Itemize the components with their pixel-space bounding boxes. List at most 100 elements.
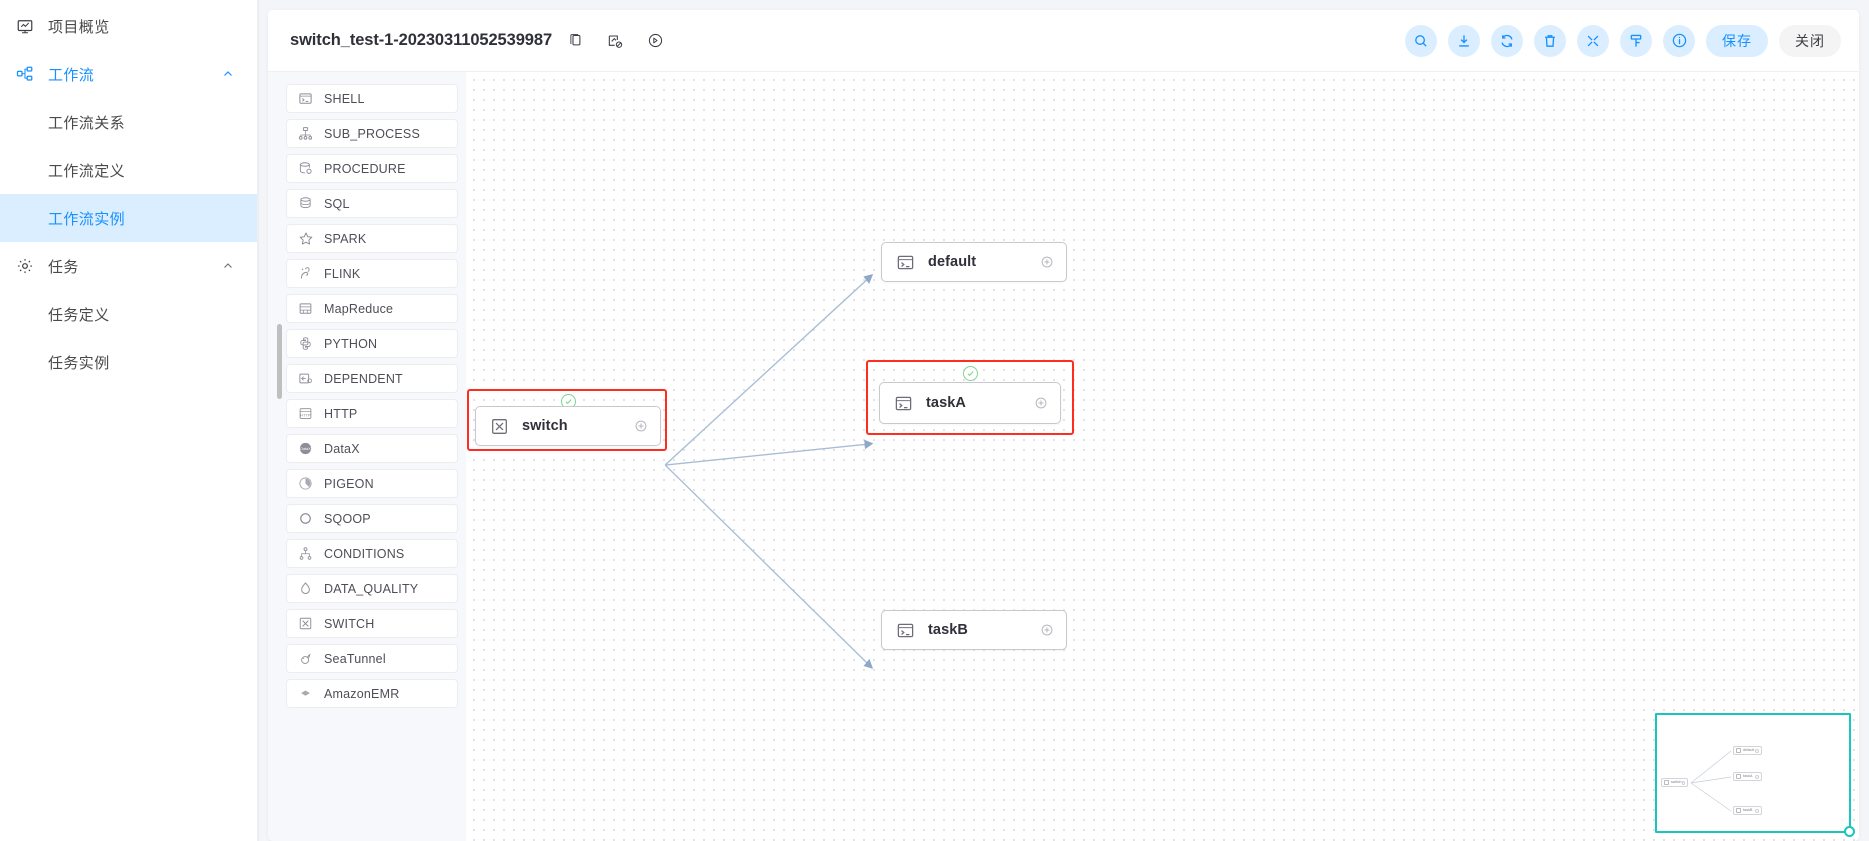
palette-item-label: SPARK bbox=[324, 231, 367, 246]
sidebar-item-label: 任务定义 bbox=[48, 306, 110, 324]
fullscreen-icon[interactable] bbox=[1577, 24, 1609, 57]
sidebar-item-task[interactable]: 任务 bbox=[0, 242, 257, 290]
palette-item-conditions[interactable]: CONDITIONS bbox=[286, 539, 458, 568]
add-downstream-icon[interactable] bbox=[633, 419, 648, 434]
refresh-icon[interactable] bbox=[1491, 24, 1523, 57]
palette-item-label: PYTHON bbox=[324, 336, 378, 351]
sidebar-item-workflow-instance[interactable]: 工作流实例 bbox=[0, 194, 257, 242]
palette-item-amazonemr[interactable]: AmazonEMR bbox=[286, 679, 458, 708]
add-downstream-icon bbox=[1681, 780, 1685, 785]
palette-item-datax[interactable]: DataX DataX bbox=[286, 434, 458, 463]
flink-icon bbox=[297, 265, 314, 282]
info-icon[interactable] bbox=[1663, 24, 1695, 57]
page-title: switch_test-1-20230311052539987 bbox=[290, 31, 553, 49]
sidebar-item-label: 项目概览 bbox=[48, 18, 110, 36]
delete-icon[interactable] bbox=[1534, 24, 1566, 57]
http-icon: HTTP bbox=[297, 405, 314, 422]
clock-arrow-icon[interactable] bbox=[646, 32, 664, 50]
app-root: 项目概览 工作流 工作流关系 工作流定义 工作流实例 任务 任务定义 任务实例 … bbox=[0, 0, 1869, 841]
add-downstream-icon[interactable] bbox=[1039, 623, 1054, 638]
shell-icon bbox=[893, 393, 914, 414]
palette-item-spark[interactable]: SPARK bbox=[286, 224, 458, 253]
palette-item-mapreduce[interactable]: MapReduce bbox=[286, 294, 458, 323]
search-icon[interactable] bbox=[1405, 24, 1437, 57]
sidebar-item-label: 任务实例 bbox=[48, 354, 110, 372]
palette-item-pigeon[interactable]: PIGEON bbox=[286, 469, 458, 498]
sidebar-item-task-definition[interactable]: 任务定义 bbox=[0, 290, 257, 338]
edge-switch-taskA bbox=[665, 439, 874, 466]
dag-canvas[interactable]: switch default taskA taskB switch defaul… bbox=[466, 72, 1859, 841]
minimap-resize-handle[interactable] bbox=[1844, 826, 1855, 837]
sidebar-item-workflow-relation[interactable]: 工作流关系 bbox=[0, 98, 257, 146]
workflow-panel: switch_test-1-20230311052539987 保存 关闭 SH… bbox=[268, 10, 1859, 841]
content-area: switch_test-1-20230311052539987 保存 关闭 SH… bbox=[258, 0, 1869, 841]
palette-item-flink[interactable]: FLINK bbox=[286, 259, 458, 288]
palette-item-data-quality[interactable]: DATA_QUALITY bbox=[286, 574, 458, 603]
shell-icon bbox=[1736, 808, 1741, 813]
minimap-node-label: taskB bbox=[1743, 807, 1753, 812]
minimap-node-switch: switch bbox=[1661, 778, 1688, 787]
add-downstream-icon[interactable] bbox=[1039, 255, 1054, 270]
minimap[interactable]: switch default taskA taskB bbox=[1655, 713, 1855, 837]
palette-item-shell[interactable]: SHELL bbox=[286, 84, 458, 113]
dag-node-taskB[interactable]: taskB bbox=[881, 610, 1067, 650]
title-icon-group bbox=[566, 32, 664, 50]
amazonemr-icon bbox=[297, 685, 314, 702]
dataquality-icon bbox=[297, 580, 314, 597]
switch-icon bbox=[489, 416, 510, 437]
format-icon[interactable] bbox=[1620, 24, 1652, 57]
palette-item-label: SHELL bbox=[324, 91, 365, 106]
shell-icon bbox=[297, 90, 314, 107]
dag-node-label: taskB bbox=[928, 622, 968, 638]
dag-node-switch[interactable]: switch bbox=[475, 406, 661, 446]
task-type-palette: SHELL SUB_PROCESS PROCEDURE SQL SPARK FL… bbox=[268, 72, 466, 841]
palette-item-sub-process[interactable]: SUB_PROCESS bbox=[286, 119, 458, 148]
palette-scrollbar[interactable] bbox=[272, 72, 282, 841]
left-navigation: 项目概览 工作流 工作流关系 工作流定义 工作流实例 任务 任务定义 任务实例 bbox=[0, 0, 258, 841]
download-icon[interactable] bbox=[1448, 24, 1480, 57]
palette-item-sqoop[interactable]: SQOOP bbox=[286, 504, 458, 533]
palette-item-seatunnel[interactable]: SeaTunnel bbox=[286, 644, 458, 673]
dag-node-label: taskA bbox=[926, 395, 966, 411]
sidebar-item-workflow-definition[interactable]: 工作流定义 bbox=[0, 146, 257, 194]
close-button[interactable]: 关闭 bbox=[1779, 24, 1841, 57]
palette-item-switch[interactable]: SWITCH bbox=[286, 609, 458, 638]
copy-icon[interactable] bbox=[566, 32, 584, 50]
save-button[interactable]: 保存 bbox=[1706, 24, 1768, 57]
palette-scrollbar-thumb[interactable] bbox=[277, 324, 282, 399]
minimap-node-label: switch bbox=[1671, 779, 1682, 784]
minimap-node-label: default bbox=[1743, 747, 1755, 752]
palette-item-label: DEPENDENT bbox=[324, 371, 403, 386]
dag-node-default[interactable]: default bbox=[881, 242, 1067, 282]
sidebar-item-task-instance[interactable]: 任务实例 bbox=[0, 338, 257, 386]
palette-item-dependent[interactable]: DEPENDENT bbox=[286, 364, 458, 393]
sidebar-item-label: 任务 bbox=[48, 258, 79, 276]
palette-item-procedure[interactable]: PROCEDURE bbox=[286, 154, 458, 183]
project-overview-icon bbox=[14, 15, 36, 37]
palette-item-label: SeaTunnel bbox=[324, 651, 386, 666]
shell-icon bbox=[1736, 748, 1741, 753]
dag-node-taskA[interactable]: taskA bbox=[879, 382, 1061, 424]
palette-item-label: DataX bbox=[324, 441, 360, 456]
palette-item-label: PROCEDURE bbox=[324, 161, 406, 176]
dag-node-label: switch bbox=[522, 418, 568, 434]
chevron-up-icon[interactable] bbox=[221, 259, 235, 273]
procedure-icon bbox=[297, 160, 314, 177]
palette-item-http[interactable]: HTTP HTTP bbox=[286, 399, 458, 428]
palette-item-sql[interactable]: SQL bbox=[286, 189, 458, 218]
sidebar-item-workflow[interactable]: 工作流 bbox=[0, 50, 257, 98]
palette-item-label: MapReduce bbox=[324, 301, 394, 316]
add-downstream-icon[interactable] bbox=[1033, 396, 1048, 411]
sidebar-item-project-overview[interactable]: 项目概览 bbox=[0, 2, 257, 50]
palette-item-label: AmazonEMR bbox=[324, 686, 400, 701]
dag-node-label: default bbox=[928, 254, 977, 270]
toolbar-actions: 保存 关闭 bbox=[1405, 24, 1841, 57]
palette-item-label: SQL bbox=[324, 196, 350, 211]
edit-disabled-icon[interactable] bbox=[606, 32, 624, 50]
palette-item-python[interactable]: PYTHON bbox=[286, 329, 458, 358]
sidebar-item-label: 工作流定义 bbox=[48, 162, 126, 180]
minimap-node-taskB: taskB bbox=[1733, 806, 1762, 815]
status-badge-taskA bbox=[963, 366, 978, 381]
chevron-up-icon[interactable] bbox=[221, 67, 235, 81]
svg-text:HTTP: HTTP bbox=[300, 412, 311, 417]
